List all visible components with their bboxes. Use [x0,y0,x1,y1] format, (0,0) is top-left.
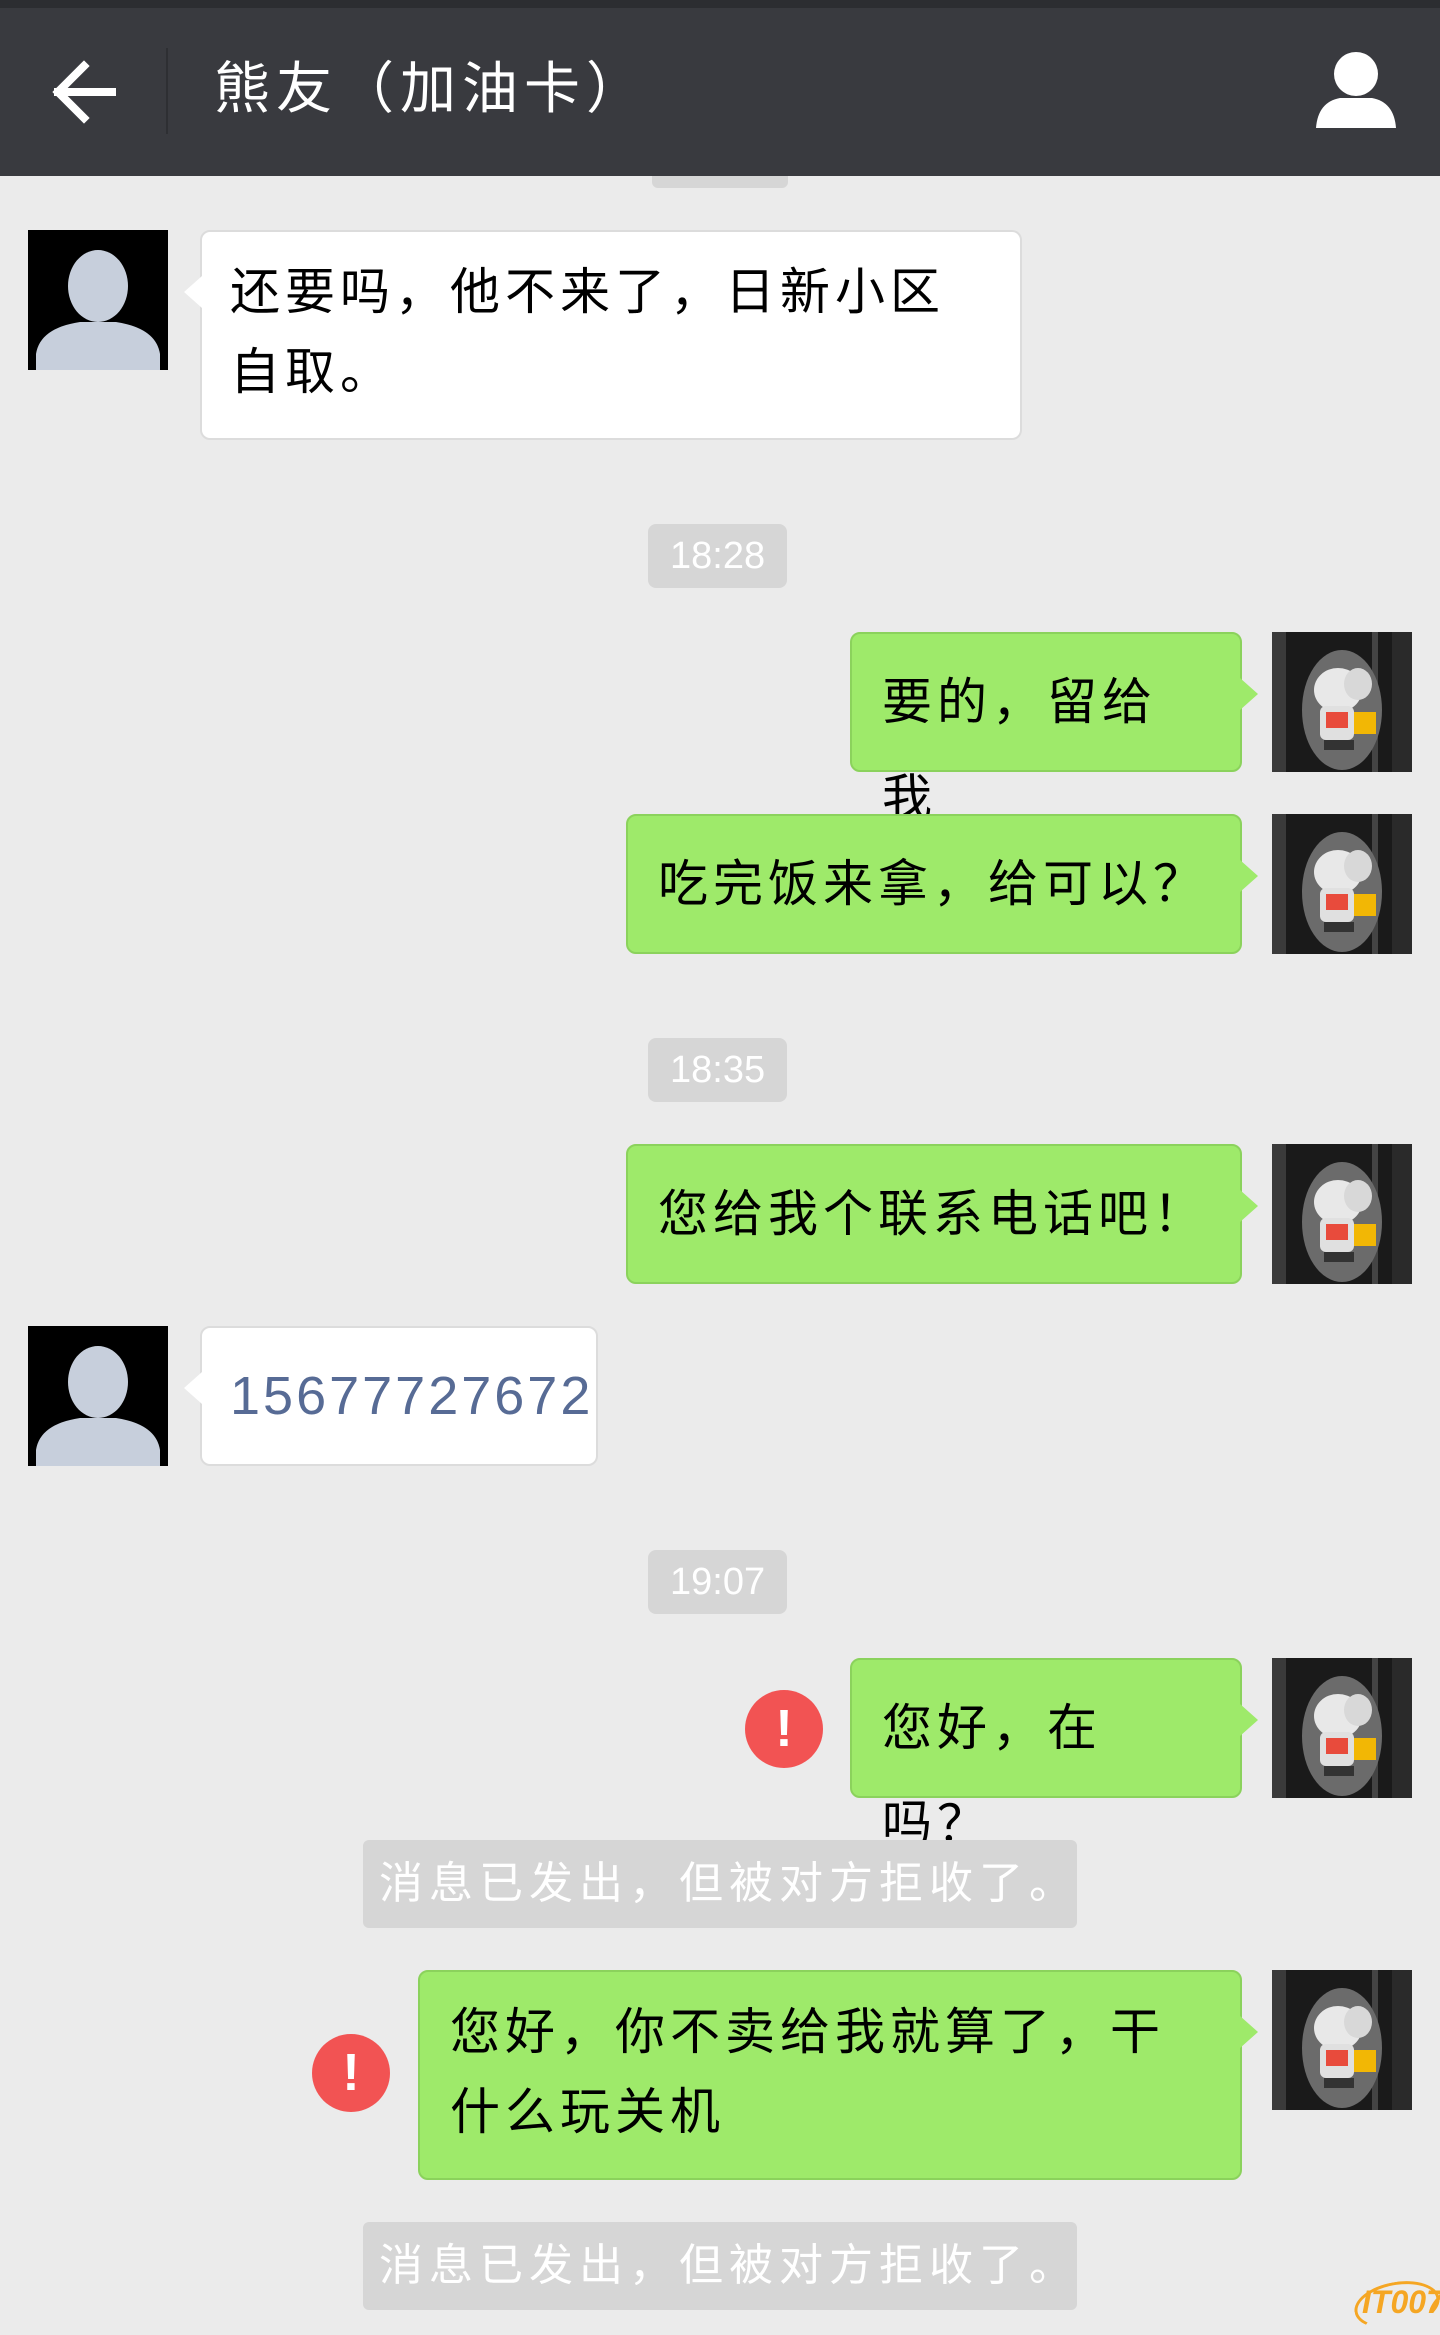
message-bubble-outgoing[interactable]: 要的，留给我 [850,632,1258,827]
contact-avatar[interactable] [28,1326,168,1466]
site-watermark: IT007 [1350,2274,1440,2335]
elephant-avatar-icon [1272,1658,1412,1798]
back-button[interactable] [40,48,130,138]
system-notice-rejected: 消息已发出，但被对方拒收了。 [363,2222,1077,2310]
timestamp: 18:35 [648,1038,788,1102]
message-bubble-outgoing[interactable]: 吃完饭来拿，给可以？ [626,814,1258,954]
timestamp: 18:28 [648,524,788,588]
arrow-left-icon [52,60,116,124]
message-bubble-outgoing[interactable]: 您给我个联系电话吧！ [626,1144,1258,1284]
header-divider [166,48,168,134]
elephant-avatar-icon [1272,1970,1412,2110]
my-avatar[interactable] [1272,1658,1412,1798]
elephant-avatar-icon [1272,632,1412,772]
contact-avatar[interactable] [28,230,168,370]
my-avatar[interactable] [1272,1144,1412,1284]
my-avatar[interactable] [1272,1970,1412,2110]
phone-number-link[interactable]: 15677727672 [184,1326,598,1466]
status-bar-strip [0,0,1440,8]
elephant-avatar-icon [1272,814,1412,954]
message-bubble-outgoing[interactable]: 您好，你不卖给我就算了，干什么玩关机 [418,1970,1258,2180]
timestamp: 19:07 [648,1550,788,1614]
default-avatar-icon [28,1326,168,1466]
message-bubble-outgoing[interactable]: 您好，在吗？ [850,1658,1258,1853]
send-failed-icon[interactable]: ! [312,2034,390,2112]
elephant-avatar-icon [1272,1144,1412,1284]
watermark-text: IT007 [1362,2284,1440,2320]
person-icon [1316,52,1396,128]
message-bubble-incoming[interactable]: 还要吗，他不来了，日新小区自取。 [184,230,1022,440]
chat-info-button[interactable] [1310,44,1410,144]
send-failed-icon[interactable]: ! [745,1690,823,1768]
chat-header: 熊友（加油卡） [0,0,1440,176]
my-avatar[interactable] [1272,632,1412,772]
chat-title: 熊友（加油卡） [214,57,648,122]
previous-timestamp-stub [652,176,788,188]
system-notice-rejected: 消息已发出，但被对方拒收了。 [363,1840,1077,1928]
my-avatar[interactable] [1272,814,1412,954]
default-avatar-icon [28,230,168,370]
